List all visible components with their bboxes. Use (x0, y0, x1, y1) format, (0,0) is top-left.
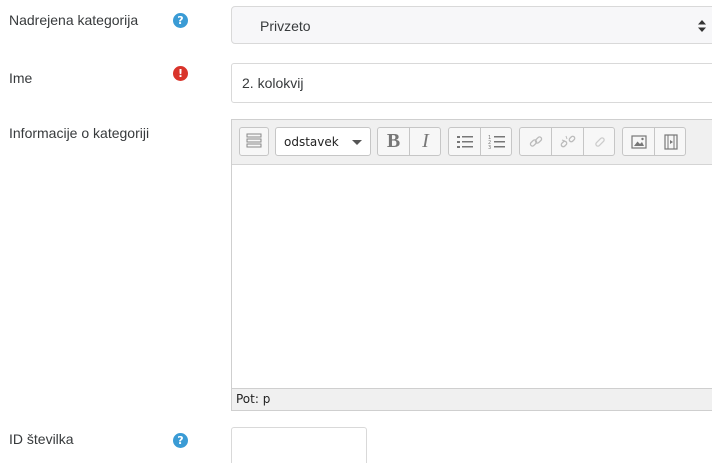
question-circle-icon[interactable]: ? (173, 433, 188, 448)
image-icon (630, 134, 647, 149)
link-button[interactable] (520, 128, 551, 155)
editor-content-area[interactable] (232, 165, 712, 388)
toolbar-toggle-icon (246, 133, 262, 148)
media-icon (663, 133, 678, 150)
paragraph-format-value: odstavek (284, 135, 339, 149)
element-path: Pot: p (236, 392, 271, 406)
bold-icon: B (386, 130, 401, 152)
italic-button[interactable]: I (410, 128, 441, 155)
bold-button[interactable]: B (378, 128, 409, 155)
media-group (622, 127, 686, 156)
ordered-list-button[interactable]: 1 2 3 (481, 128, 512, 155)
name-input[interactable] (231, 63, 712, 103)
italic-icon: I (422, 130, 429, 152)
image-button[interactable] (623, 128, 654, 155)
unlink-button[interactable] (552, 128, 583, 155)
list-group: 1 2 3 (448, 127, 512, 156)
svg-text:3: 3 (488, 145, 491, 150)
editor-status-bar: Pot: p (232, 388, 712, 410)
toolbar-toggle-button[interactable] (239, 127, 269, 156)
link-group (519, 127, 615, 156)
unordered-list-button[interactable] (449, 128, 480, 155)
exclamation-circle-icon[interactable]: ! (173, 66, 188, 81)
id-number-label: ID številka (9, 431, 74, 447)
parent-category-select[interactable]: Privzeto (231, 6, 712, 44)
media-button[interactable] (655, 128, 686, 155)
link-disabled-button[interactable] (584, 128, 615, 155)
id-number-input[interactable] (231, 427, 367, 463)
chevron-down-icon (352, 140, 362, 145)
select-arrows-icon (698, 20, 706, 32)
name-label: Ime (9, 70, 33, 86)
parent-category-value: Privzeto (260, 18, 311, 34)
paragraph-format-select[interactable]: odstavek (275, 127, 371, 156)
ordered-list-icon: 1 2 3 (488, 135, 505, 150)
rich-text-editor: odstavek B I 1 2 3 Pot: p (231, 119, 712, 411)
link-icon (529, 135, 542, 147)
text-style-group: B I (377, 127, 441, 156)
description-label: Informacije o kategoriji (9, 125, 150, 141)
category-form: Nadrejena kategorija ? Privzeto Ime ! In… (0, 0, 712, 463)
parent-category-label: Nadrejena kategorija (9, 12, 139, 28)
unlink-icon (560, 135, 575, 147)
question-circle-icon[interactable]: ? (173, 13, 188, 28)
editor-toolbar: odstavek B I 1 2 3 (232, 120, 712, 165)
unordered-list-icon (456, 135, 473, 148)
link-disabled-icon (594, 136, 605, 147)
